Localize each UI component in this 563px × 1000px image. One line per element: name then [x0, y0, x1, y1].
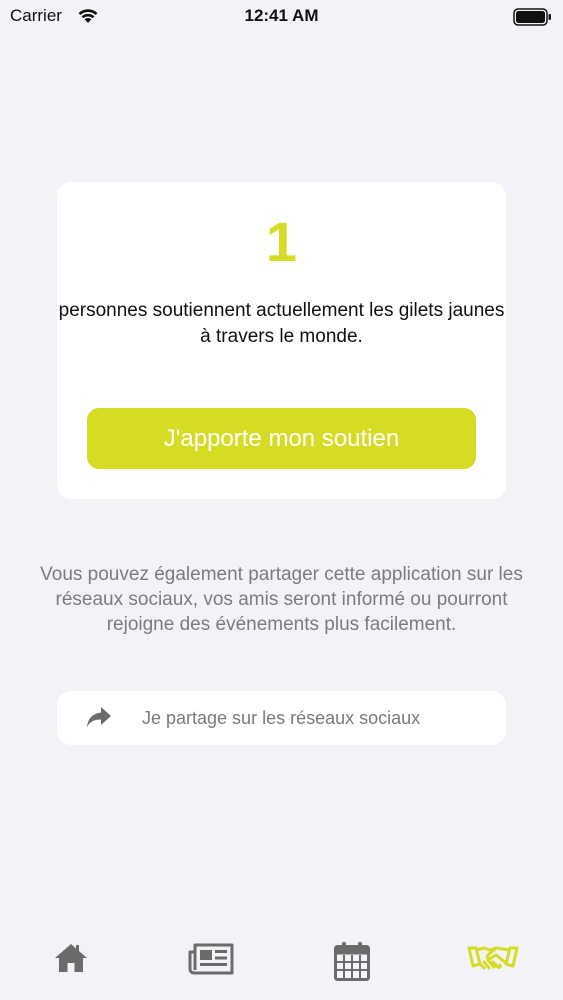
clock: 12:41 AM	[244, 6, 319, 25]
tab-calendar[interactable]	[333, 940, 371, 987]
home-icon	[55, 944, 87, 972]
status-bar: Carrier 12:41 AM	[0, 0, 563, 34]
handshake-icon	[467, 946, 519, 970]
battery-icon	[513, 8, 551, 26]
tab-news[interactable]	[188, 940, 236, 983]
supporter-description: personnes soutiennent actuellement les g…	[58, 300, 505, 347]
supporter-count: 1	[265, 210, 298, 273]
tab-support[interactable]	[466, 940, 520, 983]
tab-home[interactable]	[53, 940, 89, 981]
share-arrow-icon	[87, 707, 111, 727]
share-description: Vous pouvez également partager cette app…	[40, 564, 523, 635]
newspaper-icon	[188, 943, 234, 975]
support-button[interactable]: J'apporte mon soutien	[87, 408, 476, 469]
calendar-icon	[334, 942, 370, 981]
share-button-label: Je partage sur les réseaux sociaux	[142, 708, 421, 728]
